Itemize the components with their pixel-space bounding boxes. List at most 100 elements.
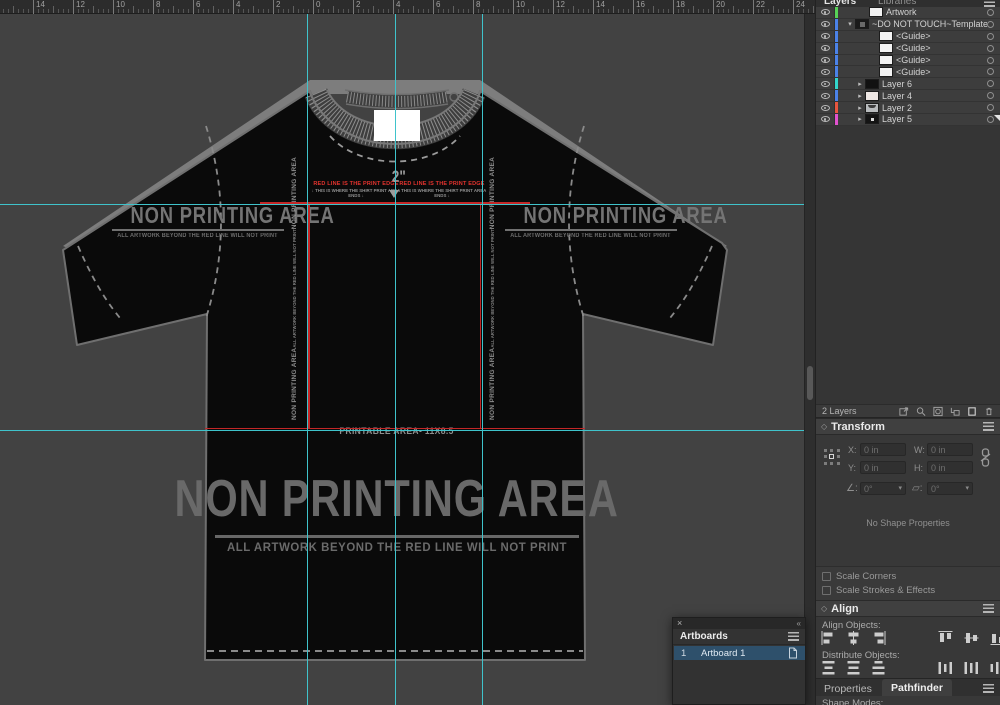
tab-artboards[interactable]: Artboards xyxy=(680,631,788,642)
new-sublayer-icon[interactable] xyxy=(949,406,961,417)
visibility-eye-icon[interactable] xyxy=(816,78,835,89)
visibility-eye-icon[interactable] xyxy=(816,114,835,125)
layer-target-icon[interactable] xyxy=(987,9,994,16)
ruler-top[interactable]: 1412108642024681012141618202224 xyxy=(0,0,815,14)
canvas-area[interactable]: NON PRINTING AREA ALL ARTWORK BEYOND THE… xyxy=(0,14,804,705)
layer-target-icon[interactable] xyxy=(987,80,994,87)
layer-name[interactable]: Layer 5 xyxy=(882,114,987,124)
layer-thumbnail[interactable] xyxy=(879,31,893,41)
align-top-icon[interactable] xyxy=(936,630,955,646)
vertical-scrollbar[interactable] xyxy=(804,14,815,705)
scale-corners-checkbox[interactable] xyxy=(822,572,831,581)
layer-thumbnail[interactable] xyxy=(865,103,879,113)
visibility-eye-icon[interactable] xyxy=(816,7,835,18)
close-panel-icon[interactable]: × xyxy=(677,619,682,628)
artboard-row[interactable]: 1 Artboard 1 xyxy=(674,646,805,660)
layer-thumbnail[interactable] xyxy=(855,19,869,29)
layer-row[interactable]: <Guide> xyxy=(816,55,1000,67)
layer-target-icon[interactable] xyxy=(987,57,994,64)
layer-target-icon[interactable] xyxy=(987,45,994,52)
layer-target-icon[interactable] xyxy=(987,104,994,111)
transform-panel-header[interactable]: ◇ Transform xyxy=(816,418,1000,435)
align-h-center-icon[interactable] xyxy=(844,630,863,646)
layer-row[interactable]: <Guide> xyxy=(816,31,1000,43)
h-field[interactable] xyxy=(927,461,973,474)
visibility-eye-icon[interactable] xyxy=(816,19,835,30)
distribute-v-center-icon[interactable] xyxy=(844,660,863,676)
tab-pathfinder[interactable]: Pathfinder xyxy=(882,679,952,697)
layer-name[interactable]: Layer 4 xyxy=(882,91,987,101)
layer-name[interactable]: <Guide> xyxy=(896,67,987,77)
layer-target-icon[interactable] xyxy=(987,33,994,40)
layer-chevron-icon[interactable]: ▸ xyxy=(856,115,864,123)
collapse-panel-icon[interactable]: « xyxy=(797,619,801,628)
tab-properties[interactable]: Properties xyxy=(824,683,872,695)
pathfinder-panel-menu-icon[interactable] xyxy=(983,684,994,693)
visibility-eye-icon[interactable] xyxy=(816,102,835,113)
guide-vertical-left[interactable] xyxy=(307,14,308,705)
align-right-icon[interactable] xyxy=(869,630,888,646)
reference-point-selector[interactable] xyxy=(822,447,842,467)
layer-target-icon[interactable] xyxy=(987,92,994,99)
layer-thumbnail[interactable] xyxy=(869,7,883,17)
layer-name[interactable]: <Guide> xyxy=(896,43,987,53)
layer-row[interactable]: <Guide> xyxy=(816,43,1000,55)
align-collapse-icon[interactable]: ◇ xyxy=(821,604,827,613)
tab-libraries[interactable]: Libraries xyxy=(878,0,916,7)
layer-row[interactable]: ▸Layer 2 xyxy=(816,102,1000,114)
layer-row[interactable]: Artwork xyxy=(816,7,1000,19)
align-v-center-icon[interactable] xyxy=(962,630,981,646)
w-field[interactable] xyxy=(927,443,973,456)
layer-target-icon[interactable] xyxy=(987,21,994,28)
artboard-name[interactable]: Artboard 1 xyxy=(701,648,788,659)
make-mask-icon[interactable] xyxy=(932,406,944,417)
delete-layer-icon[interactable] xyxy=(983,406,995,417)
layer-thumbnail[interactable] xyxy=(865,91,879,101)
align-left-icon[interactable] xyxy=(819,630,838,646)
artboard-page-icon[interactable] xyxy=(788,647,798,659)
constrain-proportions-icon[interactable] xyxy=(979,447,992,469)
distribute-right-icon[interactable] xyxy=(988,660,1000,676)
locate-object-icon[interactable] xyxy=(915,406,927,417)
layer-row[interactable]: ▸ Layer 4 xyxy=(816,90,1000,102)
shear-angle-select[interactable]: 0° xyxy=(927,482,973,495)
new-layer-icon[interactable] xyxy=(966,406,978,417)
layer-name[interactable]: ~DO NOT TOUCH~Template xyxy=(872,19,987,29)
layer-row[interactable]: <Guide> xyxy=(816,66,1000,78)
layer-row[interactable]: ▸ Layer 5 xyxy=(816,114,1000,126)
guide-vertical-right[interactable] xyxy=(482,14,483,705)
layer-target-icon[interactable] xyxy=(987,68,994,75)
rotate-angle-select[interactable]: 0° xyxy=(860,482,906,495)
visibility-eye-icon[interactable] xyxy=(816,66,835,77)
scale-strokes-row[interactable]: Scale Strokes & Effects xyxy=(822,585,935,596)
visibility-eye-icon[interactable] xyxy=(816,43,835,54)
layer-name[interactable]: Layer 6 xyxy=(882,79,987,89)
layer-name[interactable]: Layer 2 xyxy=(882,103,987,113)
tab-layers[interactable]: Layers xyxy=(824,0,856,7)
distribute-top-icon[interactable] xyxy=(819,660,838,676)
layer-chevron-icon[interactable]: ▸ xyxy=(856,80,864,88)
artboards-panel-menu-icon[interactable] xyxy=(788,632,799,641)
visibility-eye-icon[interactable] xyxy=(816,55,835,66)
guide-horizontal-bottom[interactable] xyxy=(0,430,804,431)
x-field[interactable] xyxy=(860,443,906,456)
layer-chevron-icon[interactable]: ▸ xyxy=(856,92,864,100)
align-panel-header[interactable]: ◇ Align xyxy=(816,600,1000,617)
align-panel-menu-icon[interactable] xyxy=(983,604,994,613)
layer-thumbnail[interactable] xyxy=(879,55,893,65)
layer-name[interactable]: Artwork xyxy=(886,7,987,17)
layer-row[interactable]: ▸ Layer 6 xyxy=(816,78,1000,90)
layer-chevron-icon[interactable]: ▾ xyxy=(846,20,854,28)
guide-horizontal-top[interactable] xyxy=(0,204,804,205)
layer-name[interactable]: <Guide> xyxy=(896,55,987,65)
layer-name[interactable]: <Guide> xyxy=(896,31,987,41)
distribute-h-center-icon[interactable] xyxy=(962,660,981,676)
scale-corners-row[interactable]: Scale Corners xyxy=(822,571,896,582)
collect-for-export-icon[interactable] xyxy=(898,406,910,417)
scale-strokes-checkbox[interactable] xyxy=(822,586,831,595)
layer-thumbnail[interactable] xyxy=(879,67,893,77)
transform-collapse-icon[interactable]: ◇ xyxy=(821,422,827,431)
distribute-left-icon[interactable] xyxy=(936,660,955,676)
y-field[interactable] xyxy=(860,461,906,474)
vertical-scrollbar-thumb[interactable] xyxy=(807,366,813,400)
